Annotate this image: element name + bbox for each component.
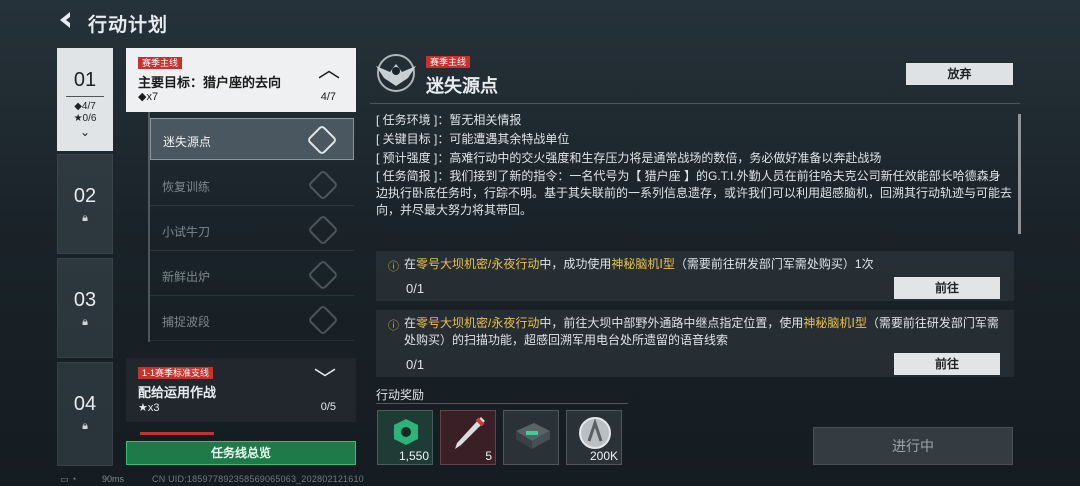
task-group-reward: ◆x7 [138, 91, 159, 103]
go-button[interactable]: 前往 [894, 277, 1000, 299]
objective-text: 在零号大坝机密/永夜行动中，成功使用神秘脑机Ⅰ型（需要前往研发部门军需处购买）1… [404, 257, 874, 271]
season-main-tag: 赛季主线 [426, 56, 471, 68]
stage-tab-03[interactable]: 03 🔒︎ [57, 258, 113, 358]
objective-progress: 0/1 [406, 357, 425, 372]
reward-item[interactable]: 5 [440, 410, 496, 465]
task-item-label: 新鲜出炉 [162, 270, 211, 284]
reward-item[interactable]: 200K [566, 410, 622, 465]
objective-item: ⓘ 在零号大坝机密/永夜行动中，成功使用神秘脑机Ⅰ型（需要前往研发部门军需处购买… [376, 251, 1014, 301]
objective-progress: 0/1 [406, 281, 425, 296]
objective-item: ⓘ 在零号大坝机密/永夜行动中，前往大坝中部野外通路中继点指定位置，使用神秘脑机… [376, 310, 1014, 377]
reward-item[interactable] [503, 410, 559, 465]
task-item-label: 捕捉波段 [162, 315, 211, 329]
check-medal-icon [307, 259, 339, 291]
divider [370, 103, 1020, 104]
ammo-box-icon [516, 423, 550, 449]
task-item-label: 小试牛刀 [162, 225, 211, 239]
stage-tab-02[interactable]: 02 🔒︎ [57, 154, 113, 254]
alert-icon: ⓘ [388, 320, 399, 332]
stage-number: 02 [73, 185, 97, 207]
stage-tab-01[interactable]: 01 ◆4/7 ★0/6 ⌄ [57, 48, 113, 151]
task-item-fresh[interactable]: 新鲜出炉 [150, 254, 354, 296]
reward-count: 200K [589, 449, 618, 463]
rewards-label: 行动奖励 [376, 388, 425, 402]
mission-key-target: [ 关键目标 ]：可能遭遇其余特战单位 [376, 132, 570, 146]
stage-number: 03 [73, 289, 97, 311]
chevron-down-icon: ⌄ [79, 125, 91, 139]
task-group-title: 配给运用作战 [138, 385, 217, 400]
back-arrow-icon[interactable] [56, 10, 78, 32]
task-item-lost-origin[interactable]: 迷失源点 [150, 118, 354, 160]
uid-text: CN UID:18597789235856906506​3_2028021216… [152, 474, 364, 484]
lock-icon: 🔒︎ [82, 420, 88, 432]
task-group-progress: 4/7 [320, 91, 336, 103]
chevron-up-icon[interactable]: ︿ [318, 59, 340, 81]
eagle-emblem-icon [370, 52, 422, 94]
stage-number: 04 [73, 393, 97, 415]
check-medal-icon [307, 304, 339, 336]
ping-text: 90ms [102, 474, 125, 484]
reward-count: 1,550 [398, 449, 429, 463]
reward-item[interactable]: 1,550 [377, 410, 433, 465]
mission-title: 迷失源点 [426, 76, 498, 96]
scrollbar[interactable] [1018, 114, 1021, 234]
task-item-recovery[interactable]: 恢复训练 [150, 164, 354, 206]
next-group-tag [140, 432, 214, 435]
mission-environment: [ 任务环境 ]：暂无相关情报 [376, 113, 522, 127]
season-main-tag: 赛季主线 [138, 57, 183, 69]
stage-stat-diamonds: ◆4/7 [74, 101, 96, 112]
season-side-tag: 1-1赛季标准支线 [138, 367, 214, 379]
task-item-label: 恢复训练 [162, 180, 211, 194]
page-title: 行动计划 [88, 15, 169, 36]
divider [376, 403, 628, 404]
in-progress-button: 进行中 [813, 427, 1013, 465]
task-group-side[interactable]: 1-1赛季标准支线 配给运用作战 ★x3 ﹀ 0/5 [126, 358, 356, 422]
stage-stat-stars: ★0/6 [73, 113, 97, 124]
chevron-down-icon[interactable]: ﹀ [314, 369, 336, 391]
mission-intensity: [ 预计强度 ]：高难行动中的交火强度和生存压力将是通常战场的数倍，务必做好准备… [376, 151, 882, 165]
task-group-main[interactable]: 赛季主线 主要目标：猎户座的去向 ◆x7 ︿ 4/7 [126, 48, 356, 112]
objective-text: 在零号大坝机密/永夜行动中，前往大坝中部野外通路中继点指定位置，使用神秘脑机Ⅰ型… [404, 316, 999, 347]
stage-tab-04[interactable]: 04 🔒︎ [57, 362, 113, 466]
lock-icon: 🔒︎ [82, 316, 88, 328]
check-medal-icon [307, 214, 339, 246]
task-item-label: 迷失源点 [163, 135, 212, 149]
check-medal-icon [307, 169, 339, 201]
alert-icon: ⓘ [388, 261, 399, 273]
task-current-icon [306, 124, 338, 156]
reward-count: 5 [485, 449, 492, 463]
task-group-title: 主要目标：猎户座的去向 [138, 75, 282, 90]
lock-icon: 🔒︎ [82, 212, 88, 224]
task-item-trial[interactable]: 小试牛刀 [150, 209, 354, 251]
mission-briefing: [ 任务简报 ]：我们接到了新的指令：一名代号为【 猎户座 】的G.T.I.外勤… [376, 169, 1013, 217]
battery-wifi-icon: ▭ ◔ [60, 474, 77, 484]
abandon-button[interactable]: 放弃 [906, 63, 1013, 85]
task-group-progress: 0/5 [320, 401, 336, 413]
go-button[interactable]: 前往 [894, 353, 1000, 375]
task-overview-button[interactable]: 任务线总览 [126, 441, 356, 465]
task-item-capture[interactable]: 捕捉波段 [150, 299, 354, 341]
stage-number: 01 [73, 69, 97, 91]
task-group-reward: ★x3 [138, 402, 160, 414]
